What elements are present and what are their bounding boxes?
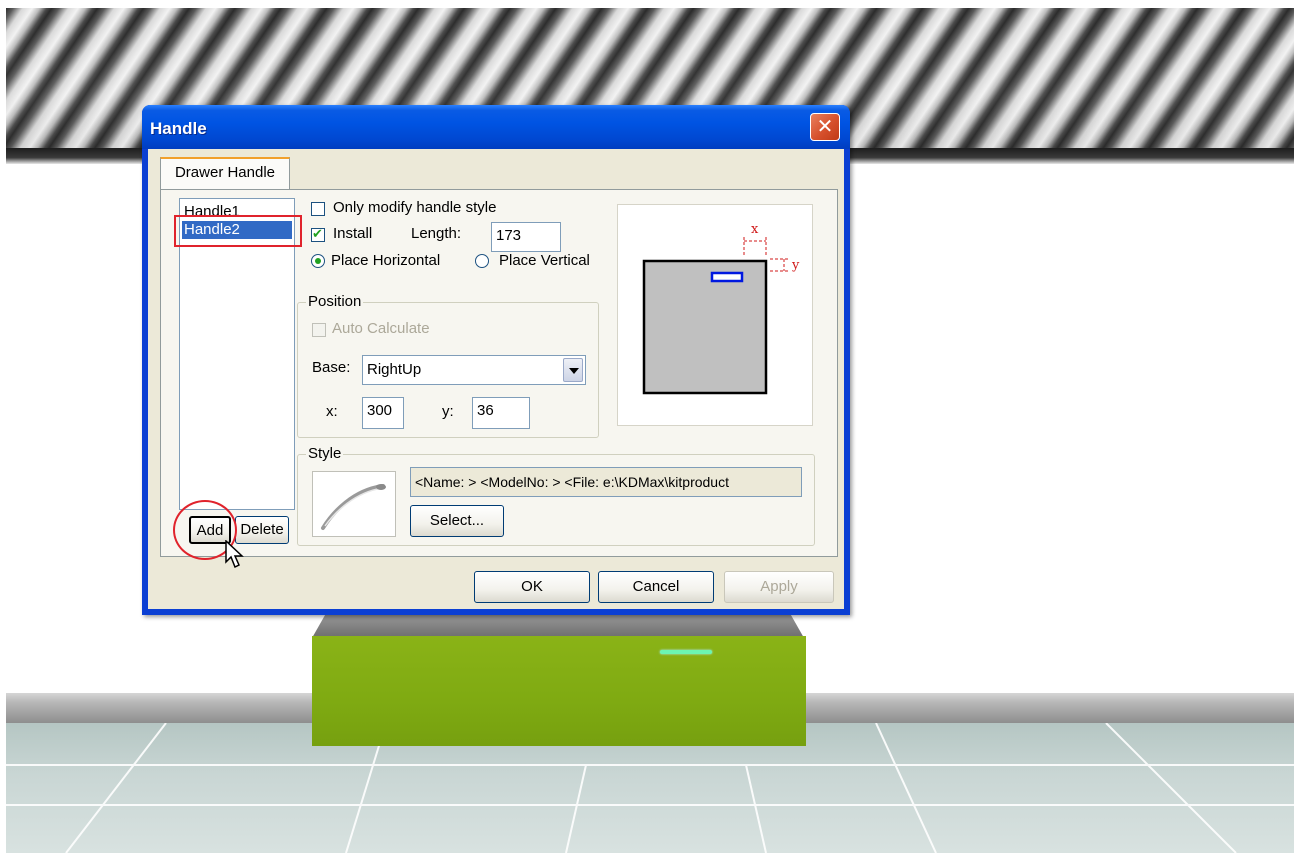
x-input[interactable]: 300	[362, 397, 404, 429]
base-select-value: RightUp	[367, 361, 422, 378]
apply-button[interactable]: Apply	[724, 571, 834, 603]
position-group: Position Auto Calculate Base: RightUp x:…	[297, 293, 599, 438]
y-input[interactable]: 36	[472, 397, 530, 429]
drawer-handle-icon	[312, 471, 396, 537]
handle-position-preview: x y	[617, 204, 813, 426]
place-vertical-label: Place Vertical	[499, 252, 590, 269]
mouse-pointer-icon	[225, 540, 244, 569]
tab-panel: Handle1 Handle2 Add Delete Only modify h…	[160, 189, 838, 569]
dialog-titlebar[interactable]: Handle ✕	[142, 105, 850, 149]
preview-handle-rect	[710, 271, 744, 283]
auto-calculate-label: Auto Calculate	[332, 320, 430, 337]
drawer-front[interactable]	[312, 636, 806, 746]
dialog-body: Drawer Handle Handle1 Handle2 Add Delete…	[148, 149, 844, 609]
close-icon: ✕	[816, 116, 834, 138]
handle-dialog: Handle ✕ Drawer Handle Handle1 Handle2 A…	[142, 105, 850, 615]
place-horizontal-radio[interactable]	[311, 254, 325, 268]
x-label: x:	[326, 403, 338, 420]
base-label: Base:	[312, 359, 351, 376]
cancel-button[interactable]: Cancel	[598, 571, 714, 603]
install-checkbox[interactable]	[311, 226, 325, 242]
only-modify-checkbox[interactable]	[311, 202, 325, 216]
install-label: Install	[333, 225, 373, 242]
style-info-field: <Name: > <ModelNo: > <File: e:\KDMax\kit…	[410, 467, 802, 497]
close-button[interactable]: ✕	[810, 113, 840, 141]
dialog-title: Handle	[150, 119, 207, 138]
base-select[interactable]: RightUp	[362, 355, 586, 385]
position-group-title: Position	[306, 293, 364, 310]
cabinet-top	[312, 612, 804, 638]
place-horizontal-label: Place Horizontal	[331, 252, 441, 269]
auto-calculate-checkbox[interactable]	[312, 323, 326, 337]
preview-y-marker: y	[791, 258, 800, 273]
length-label: Length:	[411, 225, 462, 242]
ok-button[interactable]: OK	[474, 571, 590, 603]
length-input[interactable]: 173	[491, 222, 561, 252]
place-vertical-radio[interactable]	[475, 254, 489, 268]
style-group-title: Style	[306, 445, 344, 462]
annotation-highlight-box	[174, 215, 302, 247]
chevron-down-icon[interactable]	[563, 358, 583, 382]
only-modify-label: Only modify handle style	[333, 199, 497, 216]
select-style-button[interactable]: Select...	[410, 505, 504, 537]
style-group: Style <Name: > <ModelNo: > <File: e:\KDM…	[297, 445, 815, 546]
y-label: y:	[442, 403, 454, 420]
tab-drawer-handle[interactable]: Drawer Handle	[160, 157, 290, 189]
preview-drawer-rect	[642, 259, 768, 395]
preview-x-marker: x	[751, 222, 759, 237]
drawer-handle-model	[660, 650, 712, 654]
